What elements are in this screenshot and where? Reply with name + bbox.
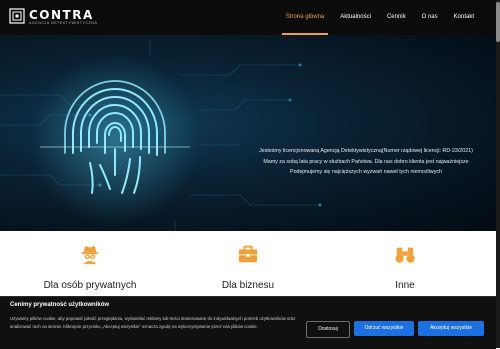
logo-subtitle: AGENCJA DETEKTYWISTYCZNA: [29, 21, 98, 25]
cookie-title: Cenimy prywatność użytkowników: [10, 302, 110, 308]
nav-item-home[interactable]: Strona główna: [278, 0, 332, 35]
nav-item-pricing[interactable]: Cennik: [379, 0, 414, 35]
detective-icon: [81, 245, 99, 265]
hero-line-2: Mamy za sobą lata pracy w służbach Państ…: [263, 158, 469, 165]
accept-all-button[interactable]: Akceptuj wszystkie: [418, 321, 484, 336]
fingerprint-illustration: [0, 40, 322, 231]
nav-item-news[interactable]: Aktualności: [332, 0, 379, 35]
binoculars-icon: [395, 247, 415, 263]
hero-line-1: Jesteśmy licencjonowaną Agencją Detektyw…: [259, 148, 473, 154]
site-header: CONTRA AGENCJA DETEKTYWISTYCZNA Strona g…: [0, 0, 500, 35]
cookie-banner: Cenimy prywatność użytkowników Używamy p…: [0, 296, 496, 349]
main-nav: Strona główna Aktualności Cennik O nas K…: [278, 0, 482, 35]
service-other[interactable]: Inne: [335, 243, 475, 291]
nav-item-about[interactable]: O nas: [414, 0, 446, 35]
briefcase-icon: [238, 245, 258, 263]
hero-section: Jesteśmy licencjonowaną Agencją Detektyw…: [0, 35, 496, 231]
nav-item-contact[interactable]: Kontakt: [446, 0, 482, 35]
service-business[interactable]: Dla biznesu: [178, 243, 318, 291]
hero-description: Jesteśmy licencjonowaną Agencją Detektyw…: [236, 146, 496, 178]
service-label: Dla biznesu: [221, 280, 275, 291]
services-section: Dla osób prywatnych Dla biznesu Inne: [0, 231, 496, 296]
logo-text: CONTRA: [29, 8, 94, 22]
reject-all-button[interactable]: Odrzuć wszystkie: [354, 321, 414, 336]
scrollbar-thumb[interactable]: [496, 2, 500, 42]
customize-button[interactable]: Dostosuj: [306, 321, 350, 338]
cookie-text: Używamy plików cookie, aby poprawić jako…: [10, 316, 296, 329]
service-label: Dla osób prywatnych: [43, 280, 137, 291]
scrollbar[interactable]: [496, 0, 500, 348]
service-private[interactable]: Dla osób prywatnych: [20, 243, 160, 291]
logo-mark-icon: [9, 8, 25, 24]
logo[interactable]: CONTRA AGENCJA DETEKTYWISTYCZNA: [9, 8, 109, 28]
hero-line-3: Podejmujemy się najcięższych wyzwań nawe…: [290, 169, 442, 175]
service-label: Inne: [395, 280, 415, 291]
